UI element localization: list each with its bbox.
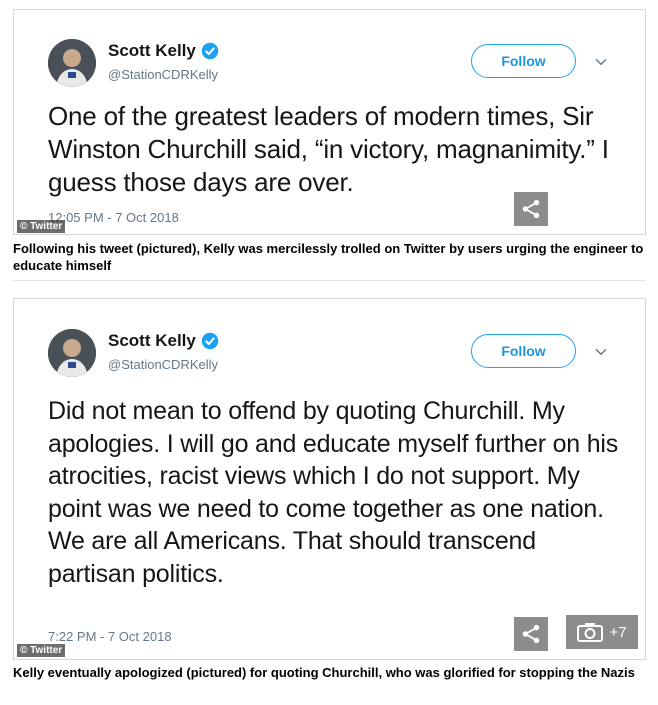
avatar-image	[48, 329, 96, 377]
chevron-down-icon[interactable]	[592, 343, 610, 361]
author-handle[interactable]: @StationCDRKelly	[108, 357, 218, 372]
verified-badge-icon	[201, 332, 219, 350]
verified-badge-icon	[201, 42, 219, 60]
divider	[13, 280, 646, 281]
share-button[interactable]	[514, 192, 548, 226]
chevron-down-icon[interactable]	[592, 53, 610, 71]
tweet-text: Did not mean to offend by quoting Church…	[48, 397, 619, 588]
avatar[interactable]	[48, 329, 96, 377]
camera-icon	[577, 623, 604, 642]
image-credit: © Twitter	[17, 644, 66, 657]
share-icon	[522, 624, 540, 644]
gallery-count: +7	[609, 623, 627, 641]
author-handle[interactable]: @StationCDRKelly	[108, 67, 218, 82]
image-credit: © Twitter	[17, 220, 66, 233]
follow-button[interactable]: Follow	[471, 334, 576, 368]
author-row: Scott Kelly	[108, 41, 219, 61]
share-button[interactable]	[514, 617, 548, 651]
follow-button[interactable]: Follow	[471, 44, 576, 78]
tweet-card-2: Scott Kelly @StationCDRKelly Follow Did …	[13, 298, 646, 660]
avatar[interactable]	[48, 39, 96, 87]
tweet-card-1: Scott Kelly @StationCDRKelly Follow One …	[13, 9, 646, 235]
author-name[interactable]: Scott Kelly	[108, 331, 196, 351]
tweet-timestamp[interactable]: 7:22 PM - 7 Oct 2018	[48, 629, 172, 644]
avatar-image	[48, 39, 96, 87]
tweet-timestamp[interactable]: 12:05 PM - 7 Oct 2018	[48, 210, 179, 225]
image-caption: Kelly eventually apologized (pictured) f…	[13, 665, 635, 680]
share-icon	[522, 199, 540, 219]
tweet-text: One of the greatest leaders of modern ti…	[48, 101, 609, 197]
image-caption: Following his tweet (pictured), Kelly wa…	[13, 241, 644, 273]
author-row: Scott Kelly	[108, 331, 219, 351]
gallery-button[interactable]: +7	[566, 615, 638, 649]
author-name[interactable]: Scott Kelly	[108, 41, 196, 61]
